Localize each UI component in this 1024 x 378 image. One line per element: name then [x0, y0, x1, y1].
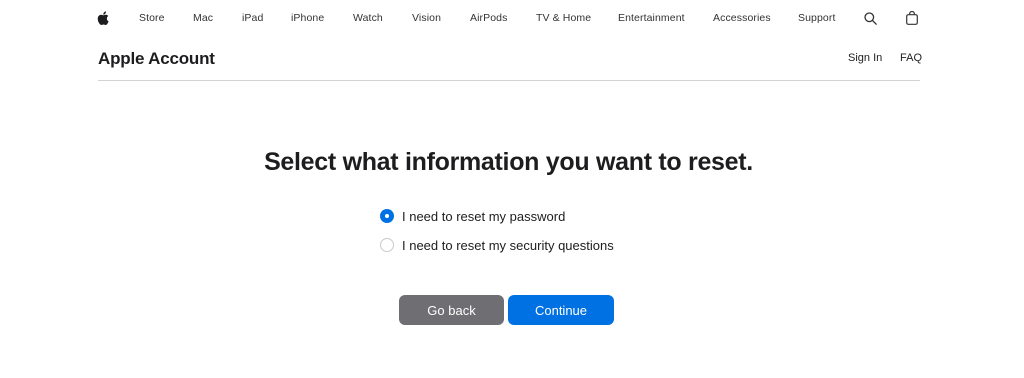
local-nav: Apple Account Sign In FAQ [98, 36, 922, 81]
reset-security-questions-option[interactable]: I need to reset my security questions [380, 235, 614, 255]
nav-ipad[interactable]: iPad [242, 0, 263, 36]
sign-in-link[interactable]: Sign In [848, 52, 882, 64]
nav-vision[interactable]: Vision [412, 0, 441, 36]
reset-password-label: I need to reset my password [402, 208, 566, 224]
radio-selected-icon[interactable] [380, 209, 394, 223]
nav-entertainment[interactable]: Entertainment [618, 0, 685, 36]
nav-support[interactable]: Support [798, 0, 835, 36]
go-back-button[interactable]: Go back [399, 295, 504, 325]
nav-airpods[interactable]: AirPods [470, 0, 507, 36]
apple-logo-icon[interactable] [97, 0, 109, 36]
nav-store[interactable]: Store [139, 0, 165, 36]
faq-link[interactable]: FAQ [900, 52, 922, 64]
nav-mac[interactable]: Mac [193, 0, 213, 36]
nav-watch[interactable]: Watch [353, 0, 383, 36]
nav-tv-home[interactable]: TV & Home [536, 0, 591, 36]
continue-button[interactable]: Continue [508, 295, 614, 325]
reset-security-questions-label: I need to reset my security questions [402, 237, 614, 253]
reset-heading: Select what information you want to rese… [264, 148, 753, 176]
search-icon[interactable] [864, 0, 877, 36]
reset-password-option[interactable]: I need to reset my password [380, 206, 565, 226]
nav-accessories[interactable]: Accessories [713, 0, 771, 36]
global-nav: Store Mac iPad iPhone Watch Vision AirPo… [0, 0, 1024, 36]
radio-unselected-icon[interactable] [380, 238, 394, 252]
nav-iphone[interactable]: iPhone [291, 0, 324, 36]
bag-icon[interactable] [906, 0, 918, 36]
page-title[interactable]: Apple Account [98, 49, 215, 69]
